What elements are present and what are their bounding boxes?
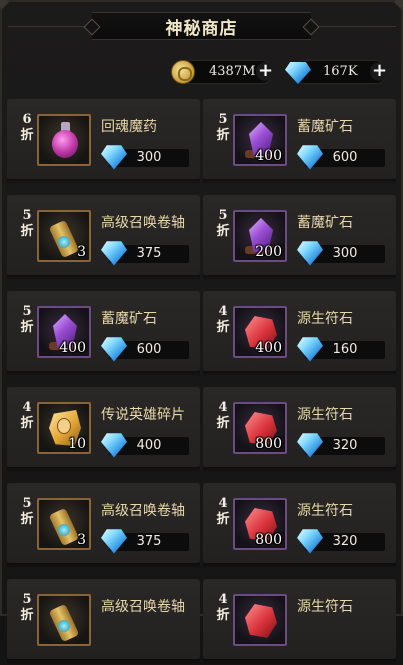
item-quantity: 3 (77, 532, 86, 548)
shop-item-card[interactable]: 5 折 200 蓄魔矿石 300 (203, 195, 396, 281)
discount-badge: 5折 (20, 208, 34, 239)
item-slot[interactable] (37, 114, 91, 166)
scroll-gem (58, 524, 70, 536)
shop-item-card[interactable]: 5 折 3 高级召唤卷轴 375 (7, 483, 200, 569)
item-quantity: 400 (255, 340, 282, 356)
item-art (39, 116, 89, 164)
shop-item-card[interactable]: 4 折 源生符石 (203, 579, 396, 665)
item-quantity: 10 (68, 436, 86, 452)
scroll-gem (58, 620, 70, 632)
item-slot[interactable] (233, 594, 287, 646)
shop-item-card[interactable]: 4 折 800 源生符石 320 (203, 483, 396, 569)
item-name: 回魂魔药 (101, 119, 157, 135)
add-diamond-button[interactable]: + (370, 62, 389, 81)
discount-badge: 4折 (216, 400, 230, 431)
title-divider (8, 26, 88, 27)
item-slot[interactable]: 3 (37, 498, 91, 550)
item-slot[interactable]: 800 (233, 402, 287, 454)
shop-item-card[interactable]: 5 折 3 高级召唤卷轴 375 (7, 195, 200, 281)
item-name: 高级召唤卷轴 (101, 215, 185, 231)
shop-item-card[interactable]: 4 折 400 源生符石 160 (203, 291, 396, 377)
item-quantity: 800 (255, 532, 282, 548)
shop-item-card[interactable]: 4 折 10 传说英雄碎片 400 (7, 387, 200, 473)
item-name: 源生符石 (297, 503, 353, 519)
page-title: 神秘商店 (165, 18, 238, 39)
shop-item-card[interactable]: 6 折回魂魔药 300 (7, 99, 200, 185)
item-quantity: 200 (255, 244, 282, 260)
item-name: 高级召唤卷轴 (101, 599, 185, 615)
shop-item-card[interactable]: 4 折 800 源生符石 320 (203, 387, 396, 473)
item-quantity: 800 (255, 436, 282, 452)
discount-badge: 5折 (216, 208, 230, 239)
discount-badge: 4折 (216, 496, 230, 527)
item-quantity: 400 (255, 148, 282, 164)
scroll-gem (58, 236, 70, 248)
item-slot[interactable]: 3 (37, 210, 91, 262)
item-name: 高级召唤卷轴 (101, 503, 185, 519)
item-name: 源生符石 (297, 599, 353, 615)
rune-stone-icon (245, 604, 277, 638)
discount-badge: 5折 (20, 592, 34, 623)
discount-badge: 4折 (216, 592, 230, 623)
item-slot[interactable]: 400 (37, 306, 91, 358)
hero-face (57, 418, 71, 434)
discount-badge: 4折 (20, 400, 34, 431)
item-name: 源生符石 (297, 407, 353, 423)
shop-item-card[interactable]: 5 折 400 蓄魔矿石 600 (7, 291, 200, 377)
discount-badge: 5折 (20, 304, 34, 335)
item-slot[interactable]: 200 (233, 210, 287, 262)
item-name: 蓄魔矿石 (297, 119, 353, 135)
item-name: 源生符石 (297, 311, 353, 327)
potion-icon (52, 130, 78, 158)
item-quantity: 400 (59, 340, 86, 356)
item-slot[interactable]: 800 (233, 498, 287, 550)
item-art (39, 596, 89, 644)
item-name: 蓄魔矿石 (101, 311, 157, 327)
diamond-amount: 167K (323, 64, 358, 79)
title-divider (316, 26, 396, 27)
item-slot[interactable] (37, 594, 91, 646)
gold-coin-icon (171, 60, 195, 84)
discount-badge: 5折 (20, 496, 34, 527)
item-slot[interactable]: 400 (233, 114, 287, 166)
discount-badge: 5折 (216, 112, 230, 143)
item-name: 传说英雄碎片 (101, 407, 185, 423)
item-slot[interactable]: 10 (37, 402, 91, 454)
shop-item-card[interactable]: 5 折 高级召唤卷轴 (7, 579, 200, 665)
item-art (235, 596, 285, 644)
shop-item-card[interactable]: 5 折 400 蓄魔矿石 600 (203, 99, 396, 185)
item-quantity: 3 (77, 244, 86, 260)
title-bar: 神秘商店 (92, 12, 311, 40)
add-gold-button[interactable]: + (256, 62, 275, 81)
item-name: 蓄魔矿石 (297, 215, 353, 231)
item-slot[interactable]: 400 (233, 306, 287, 358)
corner-ornament (0, 0, 10, 10)
gold-amount: 4387M (209, 64, 256, 79)
corner-ornament (393, 0, 403, 10)
discount-badge: 6折 (20, 112, 34, 143)
discount-badge: 4折 (216, 304, 230, 335)
